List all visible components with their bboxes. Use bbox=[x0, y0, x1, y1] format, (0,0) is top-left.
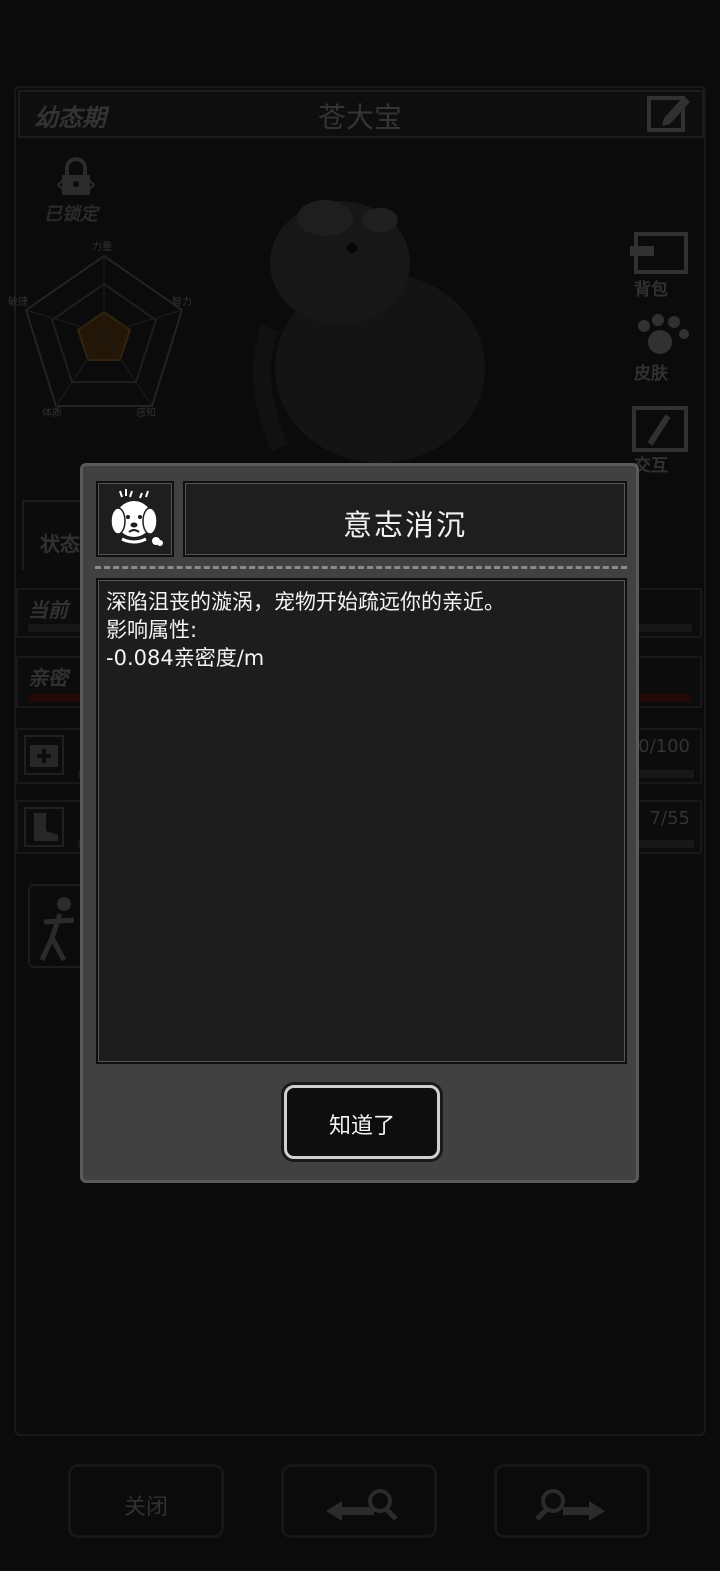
dialog-title: 意志消沉 bbox=[342, 508, 467, 542]
affected-attribute-heading: 影响属性: bbox=[106, 618, 198, 642]
dialog-content: 深陷沮丧的漩涡，宠物开始疏远你的亲近。 影响属性: -0.084亲密度/m bbox=[96, 578, 627, 1064]
sad-dog-icon bbox=[96, 481, 174, 557]
dialog-title-box: 意志消沉 bbox=[183, 481, 627, 557]
affected-attribute-value: -0.084亲密度/m bbox=[106, 646, 265, 670]
status-effect-dialog: 意志消沉 深陷沮丧的漩涡，宠物开始疏远你的亲近。 影响属性: -0.084亲密度… bbox=[80, 463, 639, 1183]
acknowledge-button-label: 知道了 bbox=[328, 1114, 395, 1139]
dashed-divider bbox=[95, 566, 627, 569]
effect-description: 深陷沮丧的漩涡，宠物开始疏远你的亲近。 bbox=[106, 590, 505, 614]
acknowledge-button[interactable]: 知道了 bbox=[284, 1085, 440, 1159]
